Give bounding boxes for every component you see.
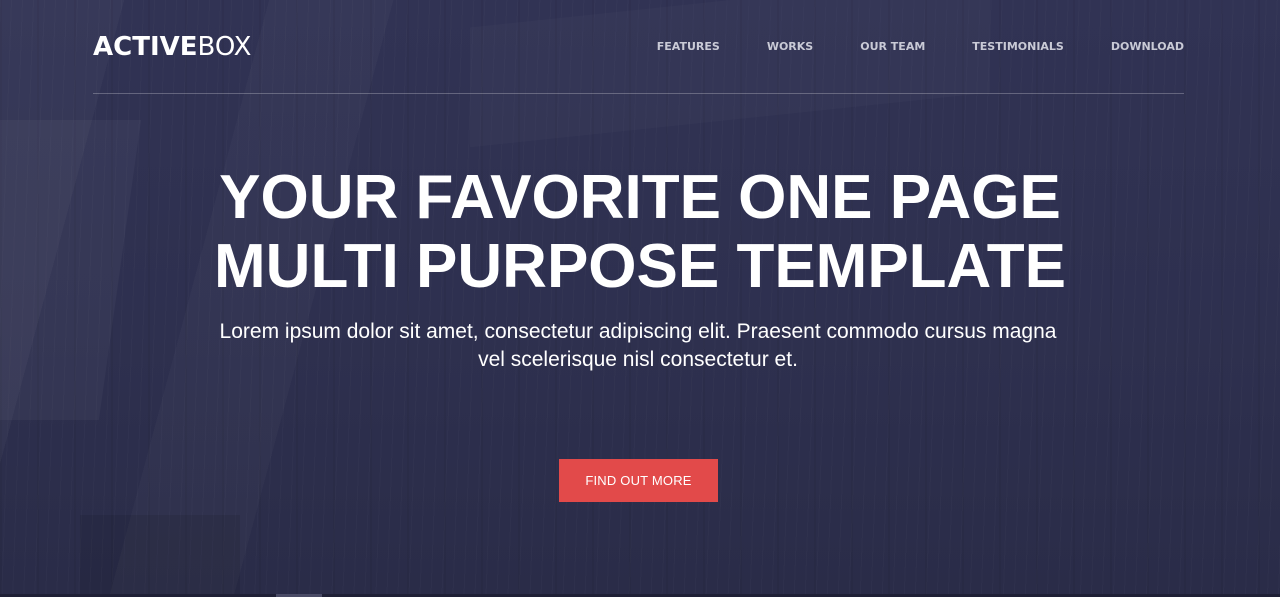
nav-item-features[interactable]: FEATURES	[657, 39, 720, 55]
nav-item-download[interactable]: DOWNLOAD	[1111, 39, 1184, 55]
nav-menu: FEATURES WORKS OUR TEAM TESTIMONIALS DOW…	[610, 39, 1184, 55]
headline-line-2: MULTI PURPOSE TEMPLATE	[214, 232, 1066, 301]
logo-light-text: BOX	[197, 32, 252, 62]
headline-line-1: YOUR FAVORITE ONE PAGE	[219, 163, 1061, 232]
nav-item-works[interactable]: WORKS	[767, 39, 813, 55]
hero-headline: YOUR FAVORITE ONE PAGE MULTI PURPOSE TEM…	[0, 163, 1280, 301]
background-shape	[80, 515, 240, 597]
hero-subtitle: Lorem ipsum dolor sit amet, consectetur …	[219, 320, 1057, 371]
nav-item-testimonials[interactable]: TESTIMONIALS	[972, 39, 1064, 55]
hero-section: ACTIVEBOX FEATURES WORKS OUR TEAM TESTIM…	[0, 0, 1280, 597]
navbar: ACTIVEBOX FEATURES WORKS OUR TEAM TESTIM…	[93, 0, 1184, 94]
logo-bold-text: ACTIVE	[93, 32, 198, 62]
find-out-more-button[interactable]: FIND OUT MORE	[559, 459, 718, 502]
nav-item-our-team[interactable]: OUR TEAM	[860, 39, 925, 55]
logo[interactable]: ACTIVEBOX	[93, 32, 252, 62]
